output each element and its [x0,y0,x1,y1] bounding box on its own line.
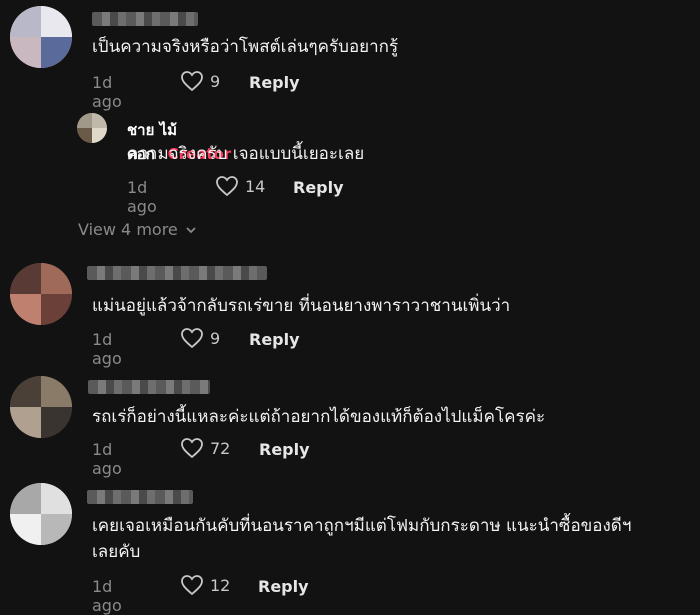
reply-button[interactable]: Reply [258,577,309,596]
heart-icon [216,176,238,197]
comment-time: 1d ago [92,73,122,111]
heart-icon [181,328,203,349]
view-more-label: View 4 more [78,220,178,239]
like-button[interactable]: 9 [180,70,220,92]
like-button[interactable]: 9 [180,327,220,349]
avatar[interactable] [10,483,72,545]
username-redacted[interactable] [87,490,193,504]
like-button[interactable]: 72 [180,437,230,459]
view-more-replies[interactable]: View 4 more [78,220,198,239]
like-button[interactable]: 14 [215,175,265,197]
comment-text: แม่นอยู่แล้วจ้ากลับรถเร่ขาย ที่นอนยางพาร… [92,296,511,316]
reply-button[interactable]: Reply [259,440,310,459]
heart-icon [181,438,203,459]
like-button[interactable]: 12 [180,574,230,596]
comment-text-line-1: เคยเจอเหมือนกันคับที่นอนราคาถูกฯมีแต่โฟม… [92,516,632,536]
comment-text: เป็นความจริงหรือว่าโพสต์เล่นๆครับอยากรู้ [92,37,399,57]
comment-time: 1d ago [92,440,122,478]
like-count: 14 [245,176,266,196]
username-redacted[interactable] [87,266,267,280]
like-count: 9 [210,71,221,91]
reply-button[interactable]: Reply [249,330,300,349]
like-count: 72 [210,438,231,458]
chevron-down-icon [186,226,196,233]
heart-icon [181,71,203,92]
reply-time: 1d ago [127,178,157,216]
comment-time: 1d ago [92,330,122,368]
avatar[interactable] [10,6,72,68]
comment-text: รถเร่ก็อย่างนี้แหละค่ะแต่ถ้าอยากได้ของแท… [92,407,546,427]
like-count: 9 [210,328,221,348]
reply-button[interactable]: Reply [249,73,300,92]
reply-text: ความจริงครับ เจอแบบนี้เยอะเลย [127,144,365,164]
username-redacted[interactable] [88,380,210,394]
reply-button[interactable]: Reply [293,178,344,197]
creator-avatar[interactable] [77,113,107,143]
avatar[interactable] [10,263,72,325]
username-redacted[interactable] [92,12,198,26]
like-count: 12 [210,575,231,595]
heart-icon [181,575,203,596]
comment-time: 1d ago [92,577,122,615]
comment-text-line-2: เลยคับ [92,542,141,562]
avatar[interactable] [10,376,72,438]
